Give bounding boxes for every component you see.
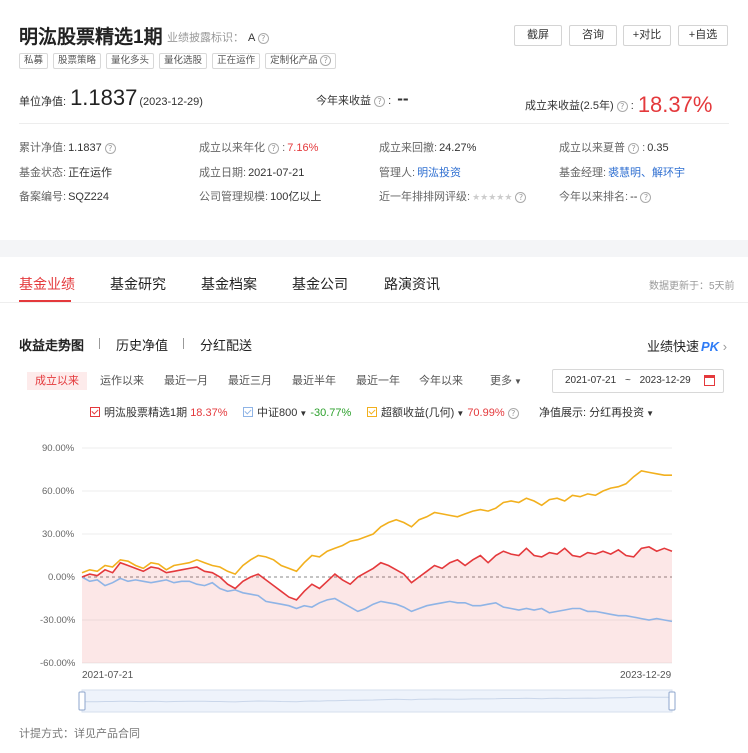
y-tick-label: 60.00% bbox=[42, 486, 75, 497]
fund-area bbox=[82, 546, 672, 663]
footnote: 计提方式：详见产品合同 bbox=[19, 728, 140, 740]
y-tick-label: 30.00% bbox=[42, 529, 75, 540]
y-tick-label: -30.00% bbox=[40, 615, 76, 626]
x-tick-label: 2021-07-21 bbox=[82, 670, 134, 681]
x-tick-label: 2023-12-29 bbox=[620, 670, 672, 681]
y-tick-label: 90.00% bbox=[42, 443, 75, 454]
navigator-handle-left bbox=[78, 691, 86, 711]
range-navigator bbox=[81, 689, 673, 713]
y-tick-label: 0.00% bbox=[48, 572, 75, 583]
return-chart[interactable] bbox=[0, 0, 748, 753]
navigator-handle-right bbox=[668, 691, 676, 711]
y-tick-label: -60.00% bbox=[40, 658, 76, 669]
